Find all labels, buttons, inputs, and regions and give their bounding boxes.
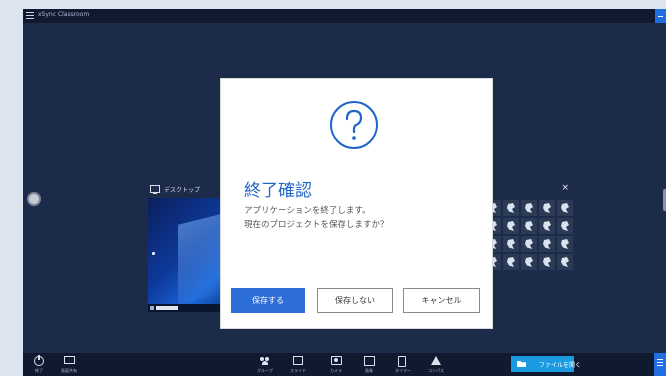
- thumbnail[interactable]: [521, 236, 537, 252]
- thumbnail[interactable]: [557, 200, 573, 216]
- monitor-icon: [150, 185, 160, 194]
- slide-icon: [293, 356, 303, 365]
- thumbnail[interactable]: [539, 218, 555, 234]
- thumbnail[interactable]: [539, 236, 555, 252]
- close-icon[interactable]: ×: [561, 183, 569, 193]
- thumbnail[interactable]: [557, 254, 573, 270]
- dont-save-button[interactable]: 保存しない: [317, 288, 393, 313]
- power-icon: [34, 355, 44, 366]
- menu-button[interactable]: [654, 353, 666, 376]
- minimize-button[interactable]: [655, 9, 666, 23]
- dialog-message-line: 現在のプロジェクトを保存しますか？: [244, 220, 389, 230]
- app-title: xSync Classroom: [38, 11, 90, 18]
- image-icon: [364, 356, 375, 366]
- toolbar-item-image[interactable]: 画像: [357, 353, 381, 376]
- cast-icon: [64, 356, 75, 364]
- toolbar-label: カメラ: [330, 368, 342, 373]
- dialog-message: アプリケーションを終了します。 現在のプロジェクトを保存しますか？: [244, 204, 389, 232]
- thumbnail[interactable]: [539, 254, 555, 270]
- cancel-button[interactable]: キャンセル: [403, 288, 480, 313]
- toolbar-item-camera[interactable]: カメラ: [324, 353, 348, 376]
- compass-icon: [431, 356, 441, 365]
- thumbnail[interactable]: [503, 236, 519, 252]
- toolbar-label: タイマー: [395, 368, 411, 373]
- toolbar-item-slide[interactable]: スライド: [286, 353, 310, 376]
- toolbar-label: コンパス: [428, 368, 444, 373]
- title-bar: xSync Classroom: [23, 9, 666, 23]
- toolbar-label: 画像: [365, 368, 373, 373]
- thumbnail[interactable]: [503, 254, 519, 270]
- taskbar-search: [156, 306, 178, 310]
- image-panel: ×: [485, 181, 577, 321]
- desktop-panel-label: デスクトップ: [164, 187, 201, 194]
- bottom-toolbar: 終了 画面共有 グループ スライド カメラ 画像 タイマー コンパス ファイルを…: [23, 353, 666, 376]
- question-icon: [330, 101, 378, 149]
- hamburger-menu-icon[interactable]: [26, 12, 34, 19]
- thumbnail[interactable]: [521, 218, 537, 234]
- thumbnail[interactable]: [503, 218, 519, 234]
- desktop-shortcut-icon: [152, 252, 155, 255]
- people-icon: [260, 356, 270, 365]
- thumbnail[interactable]: [503, 200, 519, 216]
- toolbar-item-screen-share[interactable]: 画面共有: [57, 353, 81, 376]
- thumbnail[interactable]: [539, 200, 555, 216]
- camera-icon: [331, 356, 342, 365]
- open-file-label: ファイルを開く: [539, 362, 582, 369]
- thumbnail[interactable]: [521, 254, 537, 270]
- toolbar-item-compass[interactable]: コンパス: [424, 353, 448, 376]
- save-button[interactable]: 保存する: [231, 288, 305, 313]
- thumbnail-grid: [485, 200, 577, 310]
- toolbar-item-timer[interactable]: タイマー: [391, 353, 415, 376]
- toolbar-label: 画面共有: [61, 368, 77, 373]
- toolbar-label: グループ: [257, 368, 273, 373]
- toolbar-item-exit[interactable]: 終了: [27, 353, 51, 376]
- thumbnail[interactable]: [557, 236, 573, 252]
- thumbnail[interactable]: [557, 218, 573, 234]
- open-file-button[interactable]: ファイルを開く: [511, 356, 581, 372]
- thumbnail[interactable]: [521, 200, 537, 216]
- toolbar-item-group[interactable]: グループ: [253, 353, 277, 376]
- toolbar-label: スライド: [290, 368, 306, 373]
- start-icon: [150, 306, 154, 310]
- timer-icon: [398, 356, 406, 367]
- folder-icon: [517, 361, 526, 367]
- dialog-title: 終了確認: [244, 181, 312, 201]
- dialog-message-line: アプリケーションを終了します。: [244, 206, 371, 216]
- exit-confirm-dialog: 終了確認 アプリケーションを終了します。 現在のプロジェクトを保存しますか？ 保…: [220, 78, 493, 329]
- side-handle[interactable]: [27, 192, 41, 206]
- toolbar-label: 終了: [35, 368, 43, 373]
